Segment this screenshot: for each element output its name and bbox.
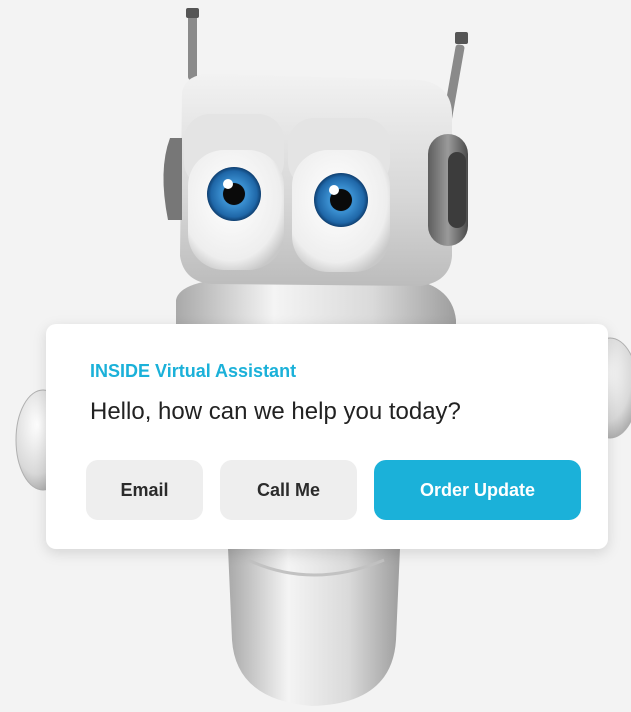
email-button[interactable]: Email	[86, 460, 203, 520]
assistant-title: INSIDE Virtual Assistant	[90, 361, 297, 381]
order-update-button[interactable]: Order Update	[374, 460, 581, 520]
call-me-button[interactable]: Call Me	[220, 460, 357, 520]
assistant-card: INSIDE Virtual Assistant Hello, how can …	[46, 324, 608, 549]
assistant-message: Hello, how can we help you today?	[90, 398, 461, 425]
